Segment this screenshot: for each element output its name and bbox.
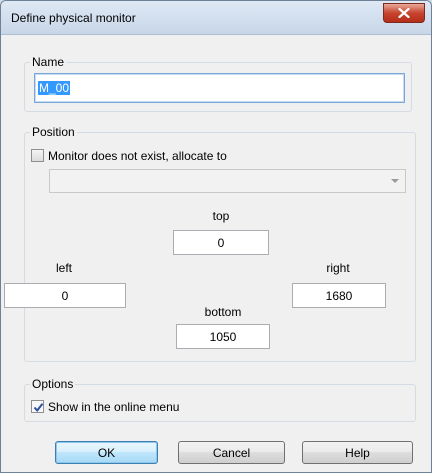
allocate-checkbox[interactable] [31, 149, 44, 162]
name-input-value: M_00 [38, 81, 71, 95]
ok-button-label: OK [97, 445, 116, 460]
top-input-value: 0 [217, 235, 225, 250]
help-button[interactable]: Help [302, 441, 413, 464]
title-bar[interactable]: Define physical monitor [1, 1, 431, 35]
right-label: right [326, 261, 350, 275]
position-group-label: Position [30, 125, 77, 139]
close-button[interactable] [383, 3, 425, 23]
close-icon [398, 8, 410, 18]
name-input[interactable]: M_00 [34, 73, 405, 103]
options-group-label: Options [30, 377, 76, 391]
online-menu-checkbox[interactable] [31, 400, 44, 413]
top-input[interactable]: 0 [173, 230, 269, 255]
dialog-window: Define physical monitor Name M_00 Positi… [0, 0, 432, 473]
online-menu-checkbox-label: Show in the online menu [48, 400, 180, 414]
ok-button[interactable]: OK [55, 441, 158, 464]
chevron-down-icon [391, 179, 399, 183]
left-input[interactable]: 0 [4, 283, 126, 308]
window-title: Define physical monitor [11, 11, 136, 25]
checkmark-icon [33, 403, 44, 413]
top-label: top [212, 209, 230, 223]
name-group-label: Name [30, 55, 67, 69]
left-input-value: 0 [61, 288, 69, 303]
cancel-button-label: Cancel [212, 445, 251, 460]
bottom-label: bottom [204, 305, 242, 319]
allocate-checkbox-label: Monitor does not exist, allocate to [48, 149, 227, 163]
cancel-button[interactable]: Cancel [178, 441, 285, 464]
bottom-input[interactable]: 1050 [176, 324, 270, 349]
help-button-label: Help [345, 445, 370, 460]
allocate-select[interactable] [49, 169, 406, 193]
right-input-value: 1680 [325, 288, 353, 303]
right-input[interactable]: 1680 [292, 283, 386, 308]
left-label: left [55, 261, 72, 275]
bottom-input-value: 1050 [209, 329, 237, 344]
